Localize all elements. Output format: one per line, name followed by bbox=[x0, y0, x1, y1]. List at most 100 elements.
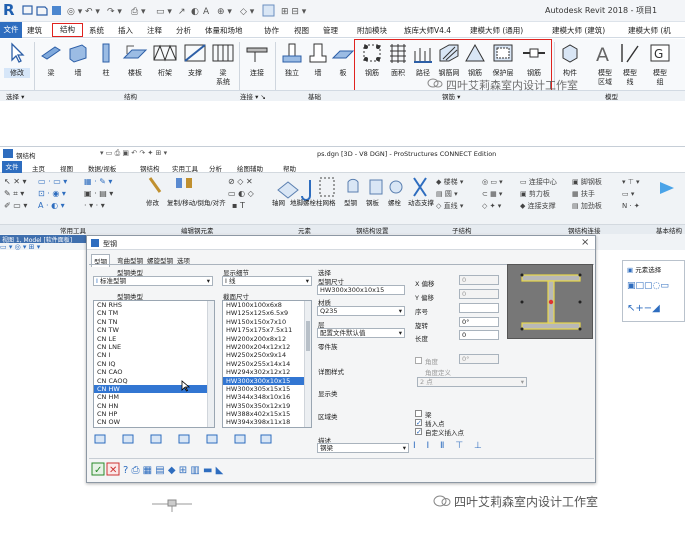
ps-tool-bolt[interactable]: 螺栓 bbox=[388, 197, 401, 207]
ps-quick-toolbar[interactable]: ▾ ▭ ⎙ ▣ ↶ ↷ ✦ ⊞ ▾ bbox=[100, 149, 167, 158]
section-type-item[interactable]: CN I bbox=[94, 351, 214, 359]
ps-app-icon[interactable] bbox=[3, 149, 13, 158]
ps-tool-column-grid[interactable]: 柱网格 bbox=[316, 197, 336, 207]
dialog-tab-section[interactable]: 型钢 bbox=[91, 254, 110, 267]
section-type-item[interactable]: CN HP bbox=[94, 410, 214, 418]
ps-ribbon-icons[interactable]: ↖ ✕ ▾ ✎ ⌗ ▾ ✐ ▭ ▾ ▭ · ▭ ▾ ⊡ · ◉ ▾ A · ◐ ▾ ▦ … bbox=[0, 174, 685, 224]
points-select[interactable]: 2 点 ▾ bbox=[417, 377, 527, 387]
tab-massing[interactable]: 体量和场地 bbox=[205, 25, 243, 36]
cover-icon[interactable] bbox=[491, 42, 515, 64]
ps-tool-dynamic-brace[interactable]: 动态支撑 bbox=[408, 197, 434, 207]
ps-tab-file[interactable]: 文件 bbox=[2, 161, 22, 173]
tab-analyze[interactable]: 分析 bbox=[176, 25, 191, 36]
truss-icon[interactable] bbox=[152, 42, 178, 64]
size-item[interactable]: HW300x305x15x15 bbox=[223, 385, 311, 393]
section-type-item[interactable]: CN TM bbox=[94, 309, 214, 317]
size-item[interactable]: HW200x200x8x12 bbox=[223, 335, 311, 343]
ps-tool-anchor-bolt[interactable]: 地脚螺栓 bbox=[290, 197, 316, 207]
size-scrollbar[interactable] bbox=[304, 301, 311, 427]
tab-model-master-arch[interactable]: 建模大师 (建筑) bbox=[552, 25, 605, 36]
size-item[interactable]: HW100x100x6x8 bbox=[223, 301, 311, 309]
tab-annotate[interactable]: 注释 bbox=[147, 25, 162, 36]
tab-addins[interactable]: 附加模块 bbox=[357, 25, 387, 36]
section-type-item[interactable]: CN HM bbox=[94, 393, 214, 401]
beam-checkbox[interactable] bbox=[415, 410, 422, 417]
section-type-list[interactable]: CN RHS CN TM CN TN CN TW CN LE CN LNE CN I CN I… bbox=[93, 300, 215, 428]
size2-field[interactable]: HW300x300x10x15 bbox=[317, 285, 405, 295]
beam-system-icon[interactable] bbox=[210, 42, 236, 64]
insert-point-checkbox[interactable]: ✓ bbox=[415, 419, 422, 427]
angle-checkbox[interactable] bbox=[415, 357, 422, 364]
section-type-item[interactable]: CN HN bbox=[94, 402, 214, 410]
isolated-foundation-icon[interactable] bbox=[280, 42, 304, 64]
size-list[interactable]: HW100x100x6x8 HW125x125x6.5x9 HW150x150x7x… bbox=[222, 300, 312, 428]
ps-tool-plate[interactable]: 钢板 bbox=[366, 197, 379, 207]
size-item[interactable]: HW294x302x12x12 bbox=[223, 368, 311, 376]
fabric-area-icon[interactable] bbox=[437, 42, 461, 64]
section-type-item[interactable]: CN CAOQ bbox=[94, 377, 214, 385]
ps-tab-data[interactable]: 数据/视板 bbox=[88, 163, 116, 173]
group-select[interactable]: 选择 ▾ bbox=[6, 91, 24, 101]
quick-access-icons[interactable]: ◎ ▾ ↶ ▾ ↷ ▾ ⎙ ▾ ▭ ▾ ↗ ◐ A ⊕ ▾ ◇ ▾ ⊞ ⊟ ▾ bbox=[21, 3, 319, 17]
rebar-icon[interactable] bbox=[360, 42, 384, 64]
slab-icon[interactable] bbox=[331, 42, 355, 64]
ps-tool-section[interactable]: 型钢 bbox=[344, 197, 357, 207]
size-item[interactable]: HW350x350x12x19 bbox=[223, 402, 311, 410]
dialog-action-toolbar[interactable]: ✓ ✕ ? ⎙ ▦ ▤ ◆ ⊞ ▥ ▬ ◣ bbox=[91, 462, 281, 476]
x-offset-field[interactable]: 0 bbox=[459, 275, 499, 285]
beam-icon[interactable] bbox=[39, 42, 63, 64]
ps-tab-steel[interactable]: 钢结构 bbox=[140, 163, 160, 173]
rotation-field[interactable]: 0° bbox=[459, 317, 499, 327]
size-item[interactable]: HW344x348x10x16 bbox=[223, 393, 311, 401]
tab-architecture[interactable]: 建筑 bbox=[27, 25, 42, 36]
layer-select[interactable]: 配置文件默认值 ▾ bbox=[317, 328, 405, 338]
ps-tab-help[interactable]: 帮助 bbox=[283, 163, 296, 173]
section-type-item[interactable]: CN LNE bbox=[94, 343, 214, 351]
profile-shape-buttons[interactable] bbox=[93, 433, 283, 445]
model-text-icon[interactable]: A bbox=[593, 42, 617, 64]
section-type-item[interactable]: CN TW bbox=[94, 326, 214, 334]
ps-tab-drawing-aids[interactable]: 绘图辅助 bbox=[237, 163, 263, 173]
tab-view[interactable]: 视图 bbox=[294, 25, 309, 36]
section-type-item[interactable]: CN OD bbox=[94, 427, 214, 428]
custom-insert-checkbox[interactable]: ✓ bbox=[415, 428, 422, 436]
angle-field[interactable]: 0° bbox=[459, 354, 499, 364]
section-type-item[interactable]: CN IQ bbox=[94, 360, 214, 368]
section-type-item[interactable]: CN RHS bbox=[94, 301, 214, 309]
tab-structure[interactable]: 结构 bbox=[52, 23, 83, 37]
y-offset-field[interactable]: 0 bbox=[459, 289, 499, 299]
material-select[interactable]: Q235 ▾ bbox=[317, 306, 405, 316]
model-line-icon[interactable] bbox=[618, 42, 642, 64]
model-group-icon[interactable]: G bbox=[648, 42, 672, 64]
revit-app-icon[interactable]: R bbox=[3, 2, 17, 18]
tab-family-lib[interactable]: 族库大师V4.4 bbox=[404, 25, 451, 36]
size-item[interactable]: HW250x250x9x14 bbox=[223, 351, 311, 359]
group-connection[interactable]: 连接 ▾ ↘ bbox=[240, 91, 266, 101]
section-type-item[interactable]: CN TN bbox=[94, 318, 214, 326]
size-item[interactable]: HW125x125x6.5x9 bbox=[223, 309, 311, 317]
ps-tab-home[interactable]: 主页 bbox=[32, 163, 45, 173]
column-icon[interactable] bbox=[94, 42, 118, 64]
rebar-coupler-icon[interactable] bbox=[521, 42, 547, 64]
seq-field[interactable] bbox=[459, 303, 499, 313]
tab-insert[interactable]: 插入 bbox=[118, 25, 133, 36]
selection-op-icons[interactable]: ↖+−◢ bbox=[627, 303, 660, 314]
tab-model-master-mep[interactable]: 建模大师 (机 bbox=[628, 25, 685, 36]
section-type-item[interactable]: CN OW bbox=[94, 418, 214, 426]
area-rebar-icon[interactable] bbox=[386, 42, 410, 64]
ps-viewport[interactable] bbox=[0, 250, 90, 480]
display-select[interactable]: I 线 ▾ bbox=[222, 276, 312, 286]
size-item[interactable]: HW388x402x15x15 bbox=[223, 410, 311, 418]
ps-tool-grid[interactable]: 轴网 bbox=[272, 197, 285, 207]
section-type-item[interactable]: CN HW bbox=[94, 384, 214, 394]
selection-mode-icons[interactable]: ▣□▢◌▭ bbox=[627, 281, 669, 291]
wall-icon[interactable] bbox=[66, 42, 90, 64]
tab-file[interactable]: 文件 bbox=[0, 22, 22, 38]
section-class-select[interactable]: I 标准型钢 ▾ bbox=[93, 276, 213, 286]
close-icon[interactable]: × bbox=[581, 237, 589, 248]
tab-manage[interactable]: 管理 bbox=[323, 25, 338, 36]
tab-collaborate[interactable]: 协作 bbox=[264, 25, 279, 36]
size-item[interactable]: HW394x398x11x18 bbox=[223, 418, 311, 426]
connection-icon[interactable] bbox=[244, 42, 270, 64]
length-field[interactable]: 0 bbox=[459, 330, 499, 340]
